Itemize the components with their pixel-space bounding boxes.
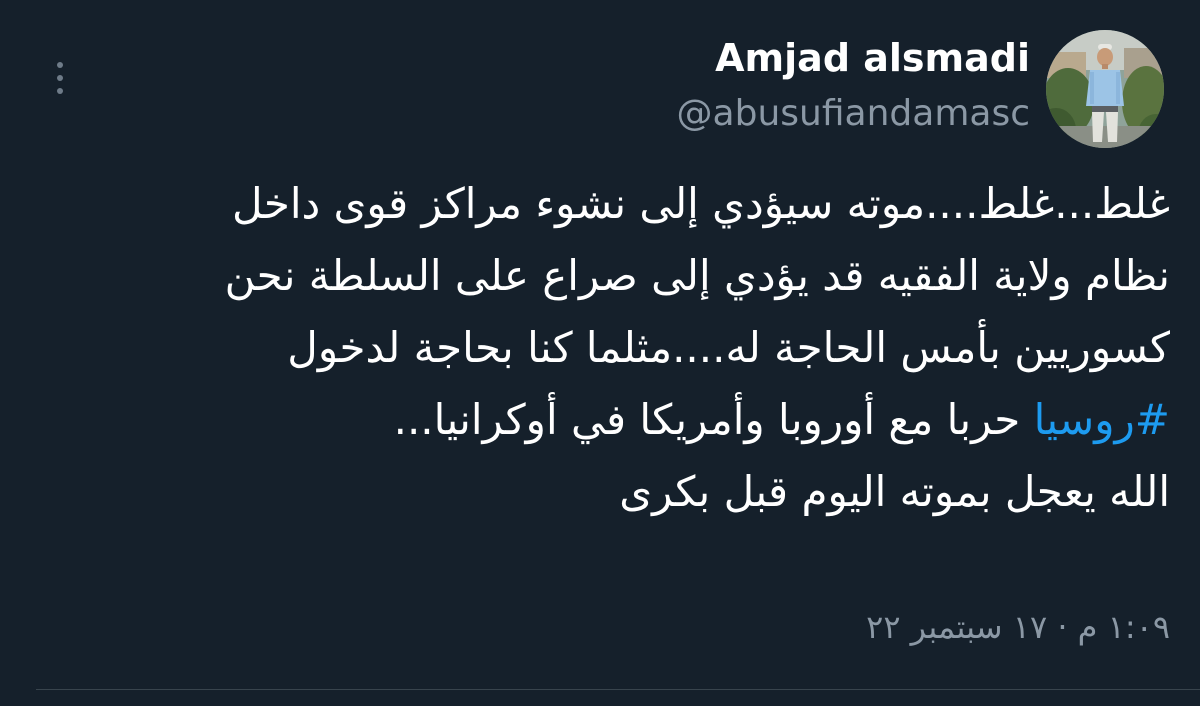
more-vertical-icon — [57, 62, 63, 94]
divider — [36, 689, 1200, 690]
author-info: Amjad alsmadi @abusufiandamasc — [677, 34, 1030, 138]
tweet-text: غلط...غلط....موته سيؤدي إلى نشوء مراكز ق… — [50, 168, 1170, 528]
author-handle[interactable]: @abusufiandamasc — [677, 90, 1030, 138]
author-display-name[interactable]: Amjad alsmadi — [677, 34, 1030, 82]
tweet-text-line: غلط...غلط....موته سيؤدي إلى نشوء مراكز ق… — [232, 179, 1170, 228]
more-icon-dot — [57, 75, 63, 81]
more-icon-dot — [57, 62, 63, 68]
hashtag-link[interactable]: #روسيا — [1034, 395, 1170, 444]
more-icon-dot — [57, 88, 63, 94]
avatar[interactable] — [1046, 30, 1164, 148]
tweet-timestamp[interactable]: ١:٠٩ م · ١٧ سبتمبر ٢٢ — [866, 602, 1170, 652]
tweet-card: Amjad alsmadi @abusufiandamasc غلط...غلط… — [0, 0, 1200, 706]
tweet-text-line: نظام ولاية الفقيه قد يؤدي إلى صراع على ا… — [224, 251, 1170, 300]
tweet-text-fragment: حربا مع أوروبا وأمريكا في أوكرانيا... — [393, 395, 1034, 444]
tweet-text-line: الله يعجل بموته اليوم قبل بكرى — [619, 467, 1170, 516]
person-photo-avatar-icon — [1046, 30, 1164, 148]
tweet-text-line: #روسيا حربا مع أوروبا وأمريكا في أوكراني… — [50, 384, 1170, 456]
more-options-button[interactable] — [44, 54, 76, 102]
tweet-text-line: كسوريين بأمس الحاجة له....مثلما كنا بحاج… — [287, 323, 1170, 372]
